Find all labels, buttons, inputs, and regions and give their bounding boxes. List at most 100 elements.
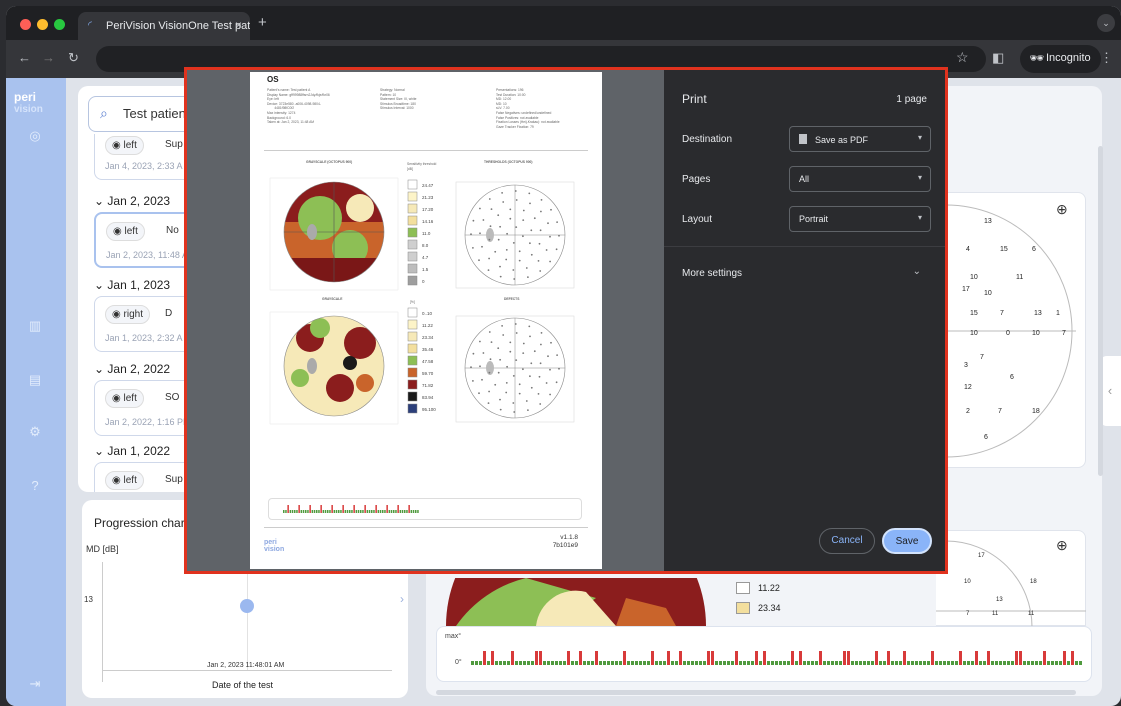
threshold-dot	[538, 375, 541, 378]
defect-bar	[627, 661, 630, 665]
maximize-window-button[interactable]	[54, 19, 65, 30]
data-point[interactable]	[240, 599, 254, 613]
defect-bar	[859, 661, 862, 665]
defect-bar	[479, 661, 482, 665]
threshold-value: 10	[964, 579, 971, 585]
defect-bar	[983, 661, 986, 665]
threshold-dot	[481, 245, 483, 248]
date-group-header[interactable]: ⌄ Jan 2, 2023	[94, 194, 170, 208]
threshold-dot	[539, 270, 542, 272]
defect-bar	[783, 661, 786, 665]
defect-bar	[815, 661, 818, 665]
threshold-dot	[530, 229, 533, 232]
defect-bar	[939, 661, 942, 665]
forward-icon[interactable]: →	[42, 50, 55, 65]
threshold-value: 10	[1032, 330, 1040, 337]
defect-bar	[871, 661, 874, 665]
defect-bar	[943, 661, 946, 665]
threshold-dot	[505, 391, 508, 394]
threshold-dot	[488, 238, 491, 241]
threshold-dot	[479, 207, 481, 210]
defect-bar	[731, 661, 734, 665]
threshold-dot	[499, 398, 501, 401]
pages-select[interactable]: All ▾	[789, 166, 931, 192]
defect-bar	[368, 510, 371, 513]
close-window-button[interactable]	[20, 19, 31, 30]
chevron-down-icon[interactable]: ⌄	[913, 266, 921, 277]
report-eye: OS	[267, 75, 279, 84]
cancel-button[interactable]: Cancel	[819, 528, 875, 554]
defect-bar	[327, 510, 329, 513]
defect-bar	[287, 505, 289, 513]
reload-icon[interactable]: ↻	[68, 50, 79, 66]
threshold-dot	[479, 365, 481, 368]
logout-icon[interactable]: ⇥	[26, 676, 44, 694]
test-timestamp: Jan 2, 2023, 11:48 A	[106, 250, 188, 260]
bookmark-star-icon[interactable]: ☆	[956, 49, 969, 66]
threshold-dot	[518, 383, 521, 386]
threshold-dot	[512, 242, 515, 244]
check-circle-icon[interactable]: ◎	[26, 128, 44, 146]
eye-chip: ◉ left	[105, 471, 144, 490]
defect-bar	[707, 651, 710, 665]
incognito-badge[interactable]: 🕶 Incognito	[1020, 45, 1101, 73]
gear-icon[interactable]: ⚙	[26, 424, 44, 442]
threshold-dot	[549, 368, 551, 371]
help-icon[interactable]: ?	[26, 478, 44, 496]
defect-bar	[635, 661, 638, 665]
destination-select[interactable]: Save as PDF ▾	[789, 126, 931, 152]
defect-bar	[587, 661, 590, 665]
defect-bar	[340, 510, 342, 513]
threshold-dot	[488, 257, 490, 260]
defect-bar	[371, 510, 373, 513]
threshold-dot	[540, 210, 542, 213]
threshold-dot	[518, 250, 521, 253]
expand-panel-icon[interactable]: ›	[400, 592, 404, 606]
horizontal-scrollbar[interactable]	[436, 690, 1076, 695]
defect-bar	[875, 651, 878, 665]
defect-bar	[1055, 661, 1058, 665]
layout-select[interactable]: Portrait ▾	[789, 206, 931, 232]
date-group-header[interactable]: ⌄ Jan 1, 2023	[94, 278, 170, 292]
legend-swatch	[407, 227, 418, 238]
save-button[interactable]: Save	[882, 528, 932, 554]
point-guide-line	[247, 562, 248, 670]
defects-grid: 17 10 18 11 7 13 11	[936, 540, 1086, 627]
more-settings-toggle[interactable]: More settings	[682, 268, 742, 279]
date-group-header[interactable]: ⌄ Jan 1, 2022	[94, 444, 170, 458]
eye-chip: ◉ left	[105, 389, 144, 408]
calendar-icon[interactable]: ▤	[26, 372, 44, 390]
defect-bar	[591, 661, 594, 665]
defect-bar	[555, 661, 558, 665]
defect-bar	[975, 651, 978, 665]
defect-bar	[575, 661, 578, 665]
threshold-dot	[550, 341, 552, 344]
close-tab-icon[interactable]: ×	[235, 18, 242, 32]
y-axis-label: MD [dB]	[86, 544, 119, 554]
new-tab-button[interactable]: +	[258, 14, 267, 31]
vertical-scrollbar[interactable]	[1098, 146, 1103, 476]
browser-tab[interactable]: ◜ PeriVision VisionOne Test pat ×	[78, 12, 250, 40]
defect-bar	[979, 661, 982, 665]
threshold-dot	[497, 371, 500, 374]
date-group-header[interactable]: ⌄ Jan 2, 2022	[94, 362, 170, 376]
threshold-dot	[539, 229, 542, 232]
minimize-window-button[interactable]	[37, 19, 48, 30]
report-charts: 24.47 21.23 17.20 14.16 11.0 8.0 4.7 1.5 0 0..10…	[269, 177, 575, 425]
defect-bar	[307, 510, 309, 513]
defect-bar	[951, 661, 954, 665]
defect-bar	[1003, 661, 1006, 665]
bar-chart-icon[interactable]: ▥	[26, 318, 44, 336]
legend-value: 23.34	[758, 603, 781, 613]
legend-value: 35.46	[422, 347, 434, 352]
defect-bar	[891, 661, 894, 665]
browser-menu-icon[interactable]: ⋮	[1100, 50, 1113, 66]
legend-swatch	[407, 331, 418, 342]
defect-bar	[663, 661, 666, 665]
threshold-dot	[509, 208, 512, 211]
defect-bar	[735, 651, 738, 665]
tab-search-icon[interactable]: ⌄	[1097, 14, 1115, 32]
threshold-dot	[550, 208, 552, 211]
back-icon[interactable]: ←	[18, 50, 31, 65]
side-panel-icon[interactable]: ◧	[992, 50, 1004, 66]
